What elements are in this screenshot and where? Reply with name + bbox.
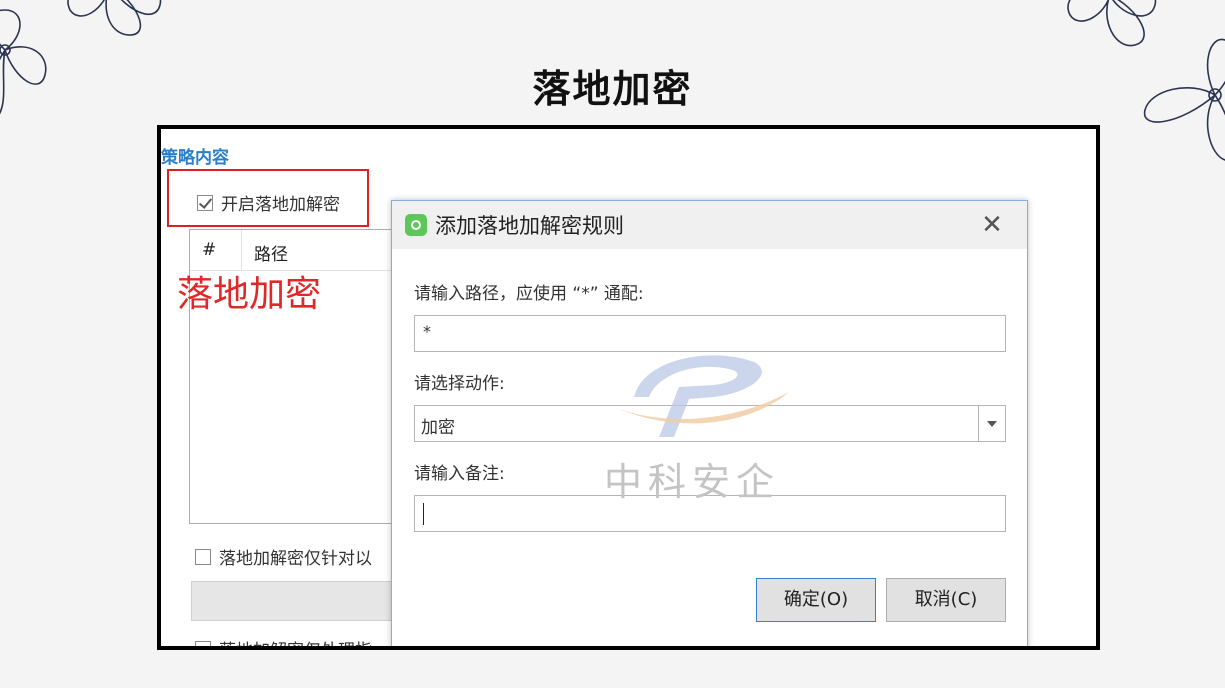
option1-checkbox[interactable] (195, 548, 211, 565)
chevron-down-icon[interactable] (978, 406, 1005, 441)
watermark-text: 中科安企 (604, 460, 781, 504)
dialog-title: 添加落地加解密规则 (435, 214, 624, 238)
enable-encryption-label: 开启落地加解密 (221, 195, 340, 215)
option2-checkbox[interactable] (195, 640, 211, 646)
ok-button[interactable]: 确定(O) (756, 578, 876, 622)
screenshot-frame: 策略内容 开启落地加解密 # 路径 落地加密 落地加解密仅针对以 落地加解密仅处… (157, 125, 1100, 650)
option1-checkbox-row[interactable]: 落地加解密仅针对以 (195, 544, 372, 569)
annotation-label: 落地加密 (177, 274, 322, 315)
text-caret (423, 503, 424, 525)
cancel-button[interactable]: 取消(C) (886, 578, 1006, 622)
enable-encryption-checkbox[interactable] (197, 194, 213, 211)
column-header-index: # (190, 230, 242, 270)
add-rule-dialog: 添加落地加解密规则 ✕ 请输入路径，应使用 “*” 通配: * 请选择动作: 加… (391, 200, 1028, 646)
column-header-path: 路径 (254, 245, 288, 265)
action-label: 请选择动作: (414, 374, 505, 394)
close-icon[interactable]: ✕ (977, 210, 1007, 240)
note-label: 请输入备注: (414, 464, 505, 484)
page-title: 落地加密 (532, 67, 693, 111)
watermark-logo-icon (614, 355, 789, 437)
option2-label: 落地加解密仅处理指 (219, 636, 372, 646)
path-label: 请输入路径，应使用 “*” 通配: (414, 284, 644, 304)
option2-checkbox-row[interactable]: 落地加解密仅处理指 (195, 636, 372, 646)
enable-encryption-checkbox-row[interactable]: 开启落地加解密 (197, 190, 340, 215)
option1-label: 落地加解密仅针对以 (219, 549, 372, 569)
section-label: 策略内容 (161, 148, 229, 168)
dialog-titlebar[interactable]: 添加落地加解密规则 ✕ (392, 201, 1027, 249)
app-icon (405, 214, 427, 236)
